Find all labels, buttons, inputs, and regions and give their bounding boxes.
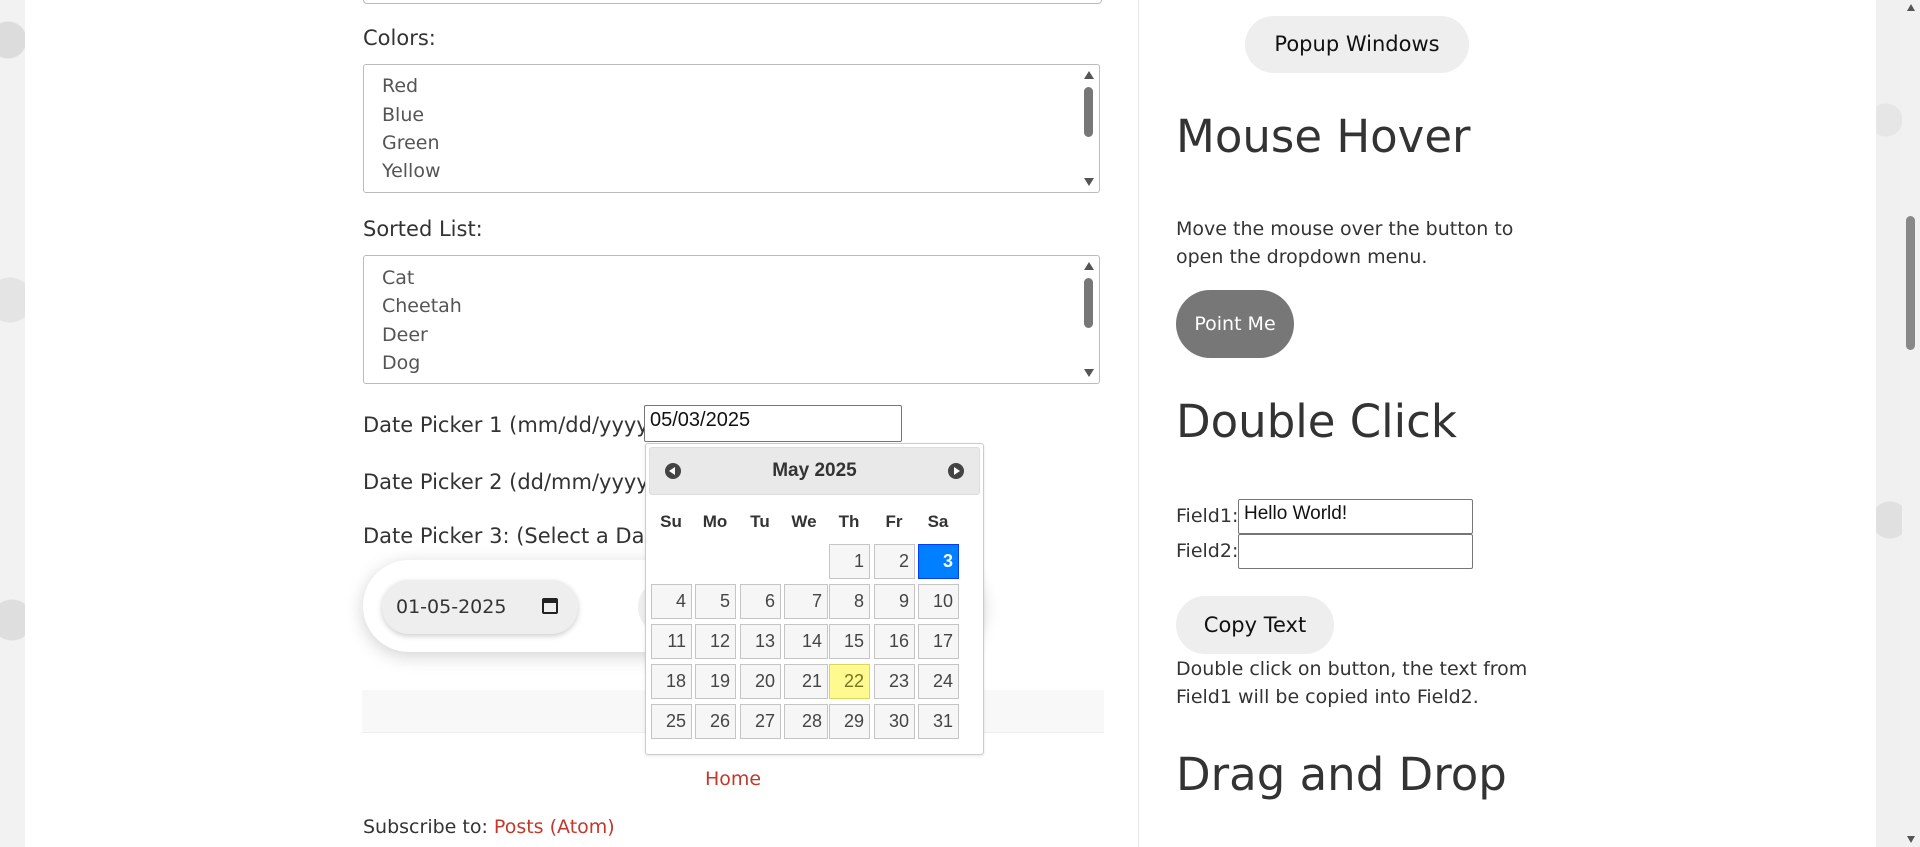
weekday-header: Sa: [927, 512, 949, 531]
field1-input[interactable]: Hello World!: [1238, 499, 1473, 534]
page-scrollbar[interactable]: [1902, 0, 1920, 847]
scroll-down-icon[interactable]: [1084, 369, 1094, 377]
double-click-text-line: Double click on button, the text from: [1176, 658, 1528, 680]
datepicker-popup: May 2025 Su Mo Tu We Th Fr Sa 1 2 3 4 5 6 7 8 9 10 11 12 13…: [645, 443, 984, 755]
scroll-down-icon[interactable]: [1907, 836, 1915, 843]
double-click-heading: Double Click: [1176, 395, 1457, 448]
calendar-day[interactable]: 30: [874, 704, 915, 739]
start-date-input[interactable]: 01-05-2025: [382, 580, 578, 634]
mouse-hover-description: Move the mouse over the button to open t…: [1176, 215, 1513, 271]
calendar-day[interactable]: 22: [829, 664, 870, 699]
calendar-icon[interactable]: [542, 598, 558, 614]
field2-label: Field2:: [1176, 540, 1239, 562]
calendar-day[interactable]: 31: [918, 704, 959, 739]
calendar-day[interactable]: 24: [918, 664, 959, 699]
calendar-day[interactable]: 4: [651, 584, 692, 619]
calendar-day[interactable]: 11: [651, 624, 692, 659]
drag-and-drop-heading: Drag and Drop: [1176, 748, 1507, 801]
calendar-day[interactable]: 1: [829, 544, 870, 579]
calendar-day[interactable]: 18: [651, 664, 692, 699]
colors-option[interactable]: Red: [382, 75, 418, 97]
scroll-down-icon[interactable]: [1084, 178, 1094, 186]
next-arrow-icon[interactable]: [948, 463, 964, 479]
weekday-header: Th: [838, 512, 860, 531]
calendar-day[interactable]: 21: [784, 664, 828, 699]
sorted-list-label: Sorted List:: [363, 217, 483, 241]
double-click-text-line: Field1 will be copied into Field2.: [1176, 686, 1479, 708]
sorted-scrollbar[interactable]: [1079, 256, 1099, 383]
date-picker-1-input[interactable]: 05/03/2025: [644, 405, 902, 442]
date-picker-2-label: Date Picker 2 (dd/mm/yyyy) :: [363, 470, 671, 494]
popup-windows-button[interactable]: Popup Windows: [1245, 16, 1469, 73]
calendar-day[interactable]: 29: [829, 704, 870, 739]
sorted-option[interactable]: Cheetah: [382, 295, 462, 317]
mouse-hover-text-line: open the dropdown menu.: [1176, 246, 1428, 268]
scroll-up-icon[interactable]: [1084, 71, 1094, 79]
column-divider: [1138, 0, 1139, 847]
calendar-day[interactable]: 12: [695, 624, 736, 659]
scroll-thumb[interactable]: [1084, 278, 1093, 328]
scroll-up-icon[interactable]: [1084, 262, 1094, 270]
calendar-day[interactable]: 27: [740, 704, 781, 739]
sorted-listbox[interactable]: Cat Cheetah Deer Dog: [363, 255, 1100, 384]
colors-label: Colors:: [363, 26, 436, 50]
subscribe-line: Subscribe to: Posts (Atom): [363, 816, 615, 838]
calendar-day[interactable]: 10: [918, 584, 959, 619]
weekday-header: Mo: [702, 512, 728, 531]
posts-atom-link[interactable]: Posts (Atom): [494, 816, 615, 838]
calendar-day[interactable]: 19: [695, 664, 736, 699]
calendar-day[interactable]: 20: [740, 664, 781, 699]
sorted-option[interactable]: Cat: [382, 267, 414, 289]
calendar-day[interactable]: 2: [874, 544, 915, 579]
mouse-hover-heading: Mouse Hover: [1176, 110, 1471, 163]
point-me-button[interactable]: Point Me: [1176, 290, 1294, 358]
calendar-day[interactable]: 3: [918, 544, 959, 579]
weekday-header: We: [791, 512, 817, 531]
calendar-day[interactable]: 6: [740, 584, 781, 619]
calendar-day[interactable]: 7: [784, 584, 828, 619]
calendar-day[interactable]: 5: [695, 584, 736, 619]
mouse-hover-text-line: Move the mouse over the button to: [1176, 218, 1514, 240]
calendar-day[interactable]: 26: [695, 704, 736, 739]
datepicker-header: May 2025: [649, 447, 980, 495]
colors-scrollbar[interactable]: [1079, 65, 1099, 192]
colors-option[interactable]: Blue: [382, 104, 424, 126]
previous-field[interactable]: [363, 0, 1102, 4]
calendar-day[interactable]: 9: [874, 584, 915, 619]
calendar-day[interactable]: 13: [740, 624, 781, 659]
scroll-thumb[interactable]: [1084, 87, 1093, 137]
calendar-day[interactable]: 23: [874, 664, 915, 699]
date-picker-3-label: Date Picker 3: (Select a Date R: [363, 524, 687, 548]
calendar-day[interactable]: 8: [829, 584, 870, 619]
date-picker-1-label: Date Picker 1 (mm/dd/yyyy):: [363, 413, 665, 437]
calendar-day[interactable]: 16: [874, 624, 915, 659]
field1-label: Field1:: [1176, 505, 1239, 527]
datepicker-title: May 2025: [772, 460, 857, 481]
colors-option[interactable]: Yellow: [382, 160, 441, 182]
sorted-option[interactable]: Dog: [382, 352, 420, 374]
calendar-day[interactable]: 14: [784, 624, 828, 659]
scroll-thumb[interactable]: [1906, 216, 1915, 350]
weekday-header: Tu: [750, 512, 770, 531]
double-click-description: Double click on button, the text from Fi…: [1176, 655, 1527, 711]
sorted-option[interactable]: Deer: [382, 324, 428, 346]
home-link[interactable]: Home: [705, 768, 761, 790]
subscribe-label: Subscribe to:: [363, 816, 488, 838]
colors-option[interactable]: Green: [382, 132, 440, 154]
calendar-day[interactable]: 17: [918, 624, 959, 659]
scroll-up-icon[interactable]: [1907, 4, 1915, 11]
copy-text-button[interactable]: Copy Text: [1176, 596, 1334, 654]
calendar-day[interactable]: 25: [651, 704, 692, 739]
weekday-header: Fr: [885, 512, 903, 531]
calendar-day[interactable]: 15: [829, 624, 870, 659]
colors-listbox[interactable]: Red Blue Green Yellow: [363, 64, 1100, 193]
weekday-header: Su: [660, 512, 682, 531]
background-decoration: [1876, 0, 1902, 847]
calendar-day[interactable]: 28: [784, 704, 828, 739]
field2-input[interactable]: [1238, 534, 1473, 569]
start-date-value: 01-05-2025: [396, 596, 507, 618]
